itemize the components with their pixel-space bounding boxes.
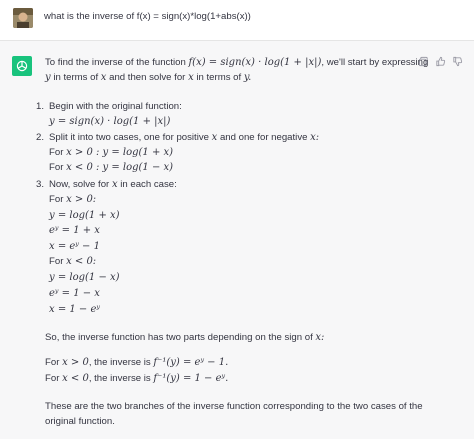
case-math: x > 0 : y = log(1 + x) [66,147,174,158]
step-2-case-2: For x < 0 : y = log(1 − x) [49,162,173,174]
case-label: For [49,162,64,173]
step-3-text: Now, solve for x in each case: [49,179,177,191]
inverse-formula: f⁻¹(y) = 1 − eʸ. [153,373,229,384]
inverse-formula: f⁻¹(y) = eʸ − 1. [153,357,229,368]
inverse-line-2: For x < 0, the inverse is f⁻¹(y) = 1 − e… [45,373,228,385]
step-number: 2. [36,132,45,143]
step-2-text-a: Split it into two cases, one for positiv… [49,132,209,143]
inverse-text: For [45,357,60,368]
case-2-equation: eʸ = 1 − x [49,288,100,299]
intro-math-x: x [100,72,107,83]
user-avatar [13,8,33,28]
step-2-text-b: and one for negative [219,132,308,143]
step-number: 1. [36,101,45,112]
case-math: x < 0 : y = log(1 − x) [66,162,174,173]
intro-line-1: To find the inverse of the function f(x)… [45,57,428,69]
step-2-text: Split it into two cases, one for positiv… [49,132,319,144]
inverse-line-1: For x > 0, the inverse is f⁻¹(y) = eʸ − … [45,357,228,369]
thumbs-up-icon[interactable] [435,56,446,67]
summary-line: So, the inverse function has two parts d… [45,332,324,344]
intro-math: f(x) = sign(x) · log(1 + |x|) [188,57,322,68]
case-2-equation: y = log(1 − x) [49,272,120,283]
intro-text: in terms of [53,72,99,83]
step-1-equation: y = sign(x) · log(1 + |x|) [49,116,171,127]
intro-line-2: y in terms of x and then solve for x in … [45,72,251,84]
case-label: For [49,147,64,158]
case-2-equation: x = 1 − eʸ [49,304,100,315]
case-2-heading: For x < 0: [49,256,96,268]
thumbs-down-icon[interactable] [452,56,463,67]
step-3-text-a: Now, solve for [49,179,110,190]
summary-text: So, the inverse function has two parts d… [45,332,313,343]
case-1-equation: y = log(1 + x) [49,210,120,221]
step-3-math: x [111,179,118,190]
user-message-text: what is the inverse of f(x) = sign(x)*lo… [44,11,251,22]
step-1-text: Begin with the original function: [49,101,182,112]
case-1-equation: eʸ = 1 + x [49,225,100,236]
closing-line-1: These are the two branches of the invers… [45,401,423,412]
step-3-text-b: in each case: [120,179,177,190]
inverse-condition: x > 0 [62,357,89,368]
intro-text: and then solve for [109,72,186,83]
step-number: 3. [36,179,45,190]
intro-text-b: , we'll start by expressing [321,57,429,68]
intro-math-x: x [188,72,194,83]
summary-math: x: [315,332,325,343]
inverse-text: , the inverse is [88,357,151,368]
closing-line-2: original function. [45,416,115,427]
step-2-math: x [211,132,218,143]
inverse-text: For [45,373,60,384]
case-1-equation: x = eʸ − 1 [49,241,100,252]
chatgpt-logo-icon [12,56,32,76]
inverse-condition: x < 0 [62,373,89,384]
case-label: For [49,194,64,205]
case-label: For [49,256,64,267]
intro-text-a: To find the inverse of the function [45,57,186,68]
case-condition: x < 0: [66,256,97,267]
step-2-math: x: [310,132,320,143]
case-condition: x > 0: [66,194,97,205]
intro-text: in terms of [196,72,242,83]
case-1-heading: For x > 0: [49,194,96,206]
intro-math-y: y [45,72,51,83]
inverse-text: , the inverse is [88,373,151,384]
user-message-row: what is the inverse of f(x) = sign(x)*lo… [0,0,474,41]
step-2-case-1: For x > 0 : y = log(1 + x) [49,147,173,159]
intro-math-y: y. [243,72,252,83]
